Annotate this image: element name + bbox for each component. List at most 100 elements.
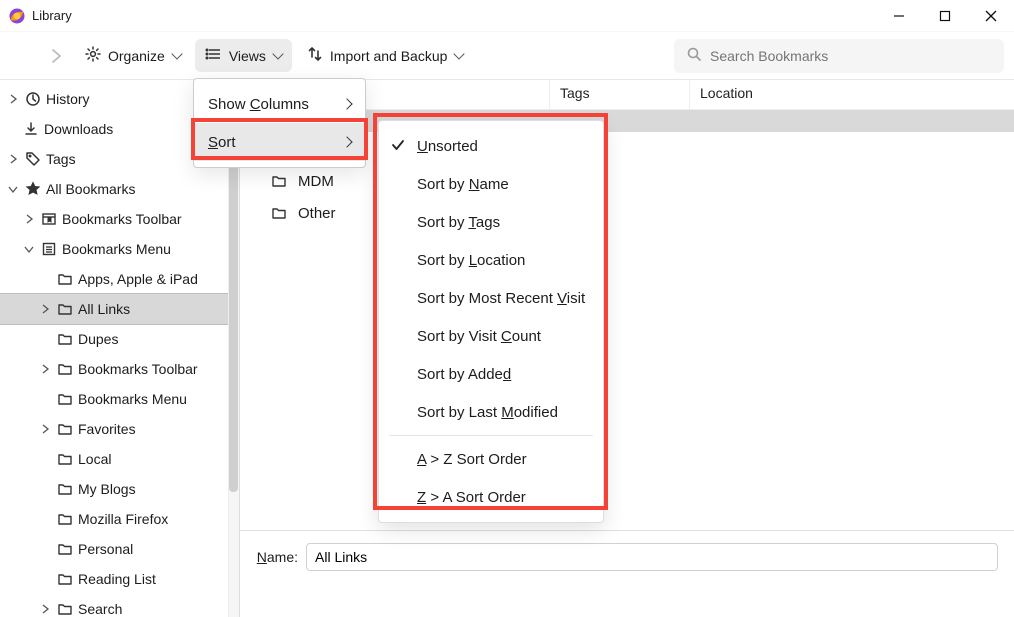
folder-icon <box>270 172 288 190</box>
chevron-down-icon <box>171 48 182 59</box>
sort-unsorted[interactable]: Unsorted <box>379 127 603 165</box>
sidebar-label: Reading List <box>78 571 156 587</box>
details-name-label: Name: <box>256 549 298 565</box>
back-button[interactable] <box>10 42 38 70</box>
star-icon <box>24 180 42 198</box>
list-icon <box>205 45 223 66</box>
sidebar-label: My Blogs <box>78 481 136 497</box>
sidebar-label: All Bookmarks <box>46 181 135 197</box>
sidebar-label: Tags <box>46 151 76 167</box>
toolbar: Organize Views Import and Backup <box>0 32 1014 80</box>
sidebar-label: Favorites <box>78 421 136 437</box>
sort-by-visit-count[interactable]: Sort by Visit Count <box>379 317 603 355</box>
sort-by-tags[interactable]: Sort by Tags <box>379 203 603 241</box>
sidebar-item[interactable]: Personal <box>0 534 239 564</box>
sidebar-item[interactable]: Local <box>0 444 239 474</box>
chevron-down-icon <box>454 48 465 59</box>
sidebar-item[interactable]: Search <box>0 594 239 617</box>
sidebar-item-bookmarks-toolbar[interactable]: Bookmarks Toolbar <box>0 204 239 234</box>
menu-sort[interactable]: Sort <box>194 123 365 161</box>
list-item-label: MDM <box>298 173 334 190</box>
forward-button[interactable] <box>42 42 70 70</box>
folder-icon <box>56 450 74 468</box>
sidebar-item[interactable]: Bookmarks Toolbar <box>0 354 239 384</box>
import-backup-button[interactable]: Import and Backup <box>296 39 474 72</box>
import-label: Import and Backup <box>330 48 448 64</box>
sidebar-item[interactable]: All Links <box>0 294 239 324</box>
sort-z-a[interactable]: Z > A Sort Order <box>379 478 603 516</box>
chevron-right-icon <box>341 136 352 147</box>
firefox-logo-icon <box>8 7 26 25</box>
sidebar-label: Personal <box>78 541 133 557</box>
sidebar-item[interactable]: Reading List <box>0 564 239 594</box>
sidebar-label: Bookmarks Toolbar <box>78 361 198 377</box>
sidebar-label: Dupes <box>78 331 118 347</box>
bookmarks-toolbar-icon <box>40 210 58 228</box>
sidebar-item[interactable]: Bookmarks Menu <box>0 384 239 414</box>
tag-icon <box>24 150 42 168</box>
folder-icon <box>270 204 288 222</box>
sort-by-added[interactable]: Sort by Added <box>379 355 603 393</box>
menu-separator <box>389 435 593 436</box>
organize-button[interactable]: Organize <box>74 39 191 72</box>
sidebar-label: Search <box>78 601 122 617</box>
download-icon <box>22 120 40 138</box>
folder-icon <box>56 360 74 378</box>
folder-icon <box>56 510 74 528</box>
folder-icon <box>56 540 74 558</box>
folder-icon <box>56 300 74 318</box>
window-title: Library <box>32 8 72 23</box>
search-icon <box>686 46 702 65</box>
folder-icon <box>56 570 74 588</box>
folder-icon <box>56 600 74 617</box>
close-button[interactable] <box>968 0 1014 32</box>
sidebar-item[interactable]: My Blogs <box>0 474 239 504</box>
folder-icon <box>56 330 74 348</box>
sidebar-item[interactable]: Apps, Apple & iPad <box>0 264 239 294</box>
sidebar-item[interactable]: Mozilla Firefox <box>0 504 239 534</box>
gear-icon <box>84 45 102 66</box>
views-menu: Show Columns Sort <box>193 78 366 168</box>
sidebar-label: History <box>46 91 90 107</box>
check-icon <box>391 138 405 156</box>
folder-icon <box>56 480 74 498</box>
views-button[interactable]: Views <box>195 39 292 72</box>
minimize-button[interactable] <box>876 0 922 32</box>
bookmarks-menu-icon <box>40 240 58 258</box>
maximize-button[interactable] <box>922 0 968 32</box>
list-item-label: Other <box>298 205 336 222</box>
folder-icon <box>56 270 74 288</box>
sidebar-label: Bookmarks Menu <box>62 241 171 257</box>
sort-a-z[interactable]: A > Z Sort Order <box>379 440 603 478</box>
chevron-down-icon <box>272 48 283 59</box>
clock-icon <box>24 90 42 108</box>
column-location[interactable]: Location <box>690 80 1014 109</box>
title-bar: Library <box>0 0 1014 32</box>
sort-by-last-modified[interactable]: Sort by Last Modified <box>379 393 603 431</box>
search-input[interactable] <box>710 48 992 64</box>
search-box[interactable] <box>674 39 1004 73</box>
sort-submenu: Unsorted Sort by Name Sort by Tags Sort … <box>378 120 604 523</box>
organize-label: Organize <box>108 48 165 64</box>
sidebar-item[interactable]: Dupes <box>0 324 239 354</box>
sidebar-label: Local <box>78 451 111 467</box>
sidebar-item-bookmarks-menu[interactable]: Bookmarks Menu <box>0 234 239 264</box>
menu-show-columns[interactable]: Show Columns <box>194 85 365 123</box>
sort-by-recent-visit[interactable]: Sort by Most Recent Visit <box>379 279 603 317</box>
sort-by-location[interactable]: Sort by Location <box>379 241 603 279</box>
sidebar-label: Downloads <box>44 121 113 137</box>
import-export-icon <box>306 45 324 66</box>
sidebar-label: Bookmarks Toolbar <box>62 211 182 227</box>
folder-icon <box>56 420 74 438</box>
details-pane: Name: <box>240 530 1014 617</box>
sort-by-name[interactable]: Sort by Name <box>379 165 603 203</box>
sidebar-label: Mozilla Firefox <box>78 511 168 527</box>
column-tags[interactable]: Tags <box>550 80 690 109</box>
sidebar-label: Apps, Apple & iPad <box>78 271 198 287</box>
folder-icon <box>56 390 74 408</box>
chevron-right-icon <box>341 98 352 109</box>
details-name-input[interactable] <box>306 543 998 571</box>
sidebar-label: Bookmarks Menu <box>78 391 187 407</box>
sidebar-item-all-bookmarks[interactable]: All Bookmarks <box>0 174 239 204</box>
sidebar-item[interactable]: Favorites <box>0 414 239 444</box>
